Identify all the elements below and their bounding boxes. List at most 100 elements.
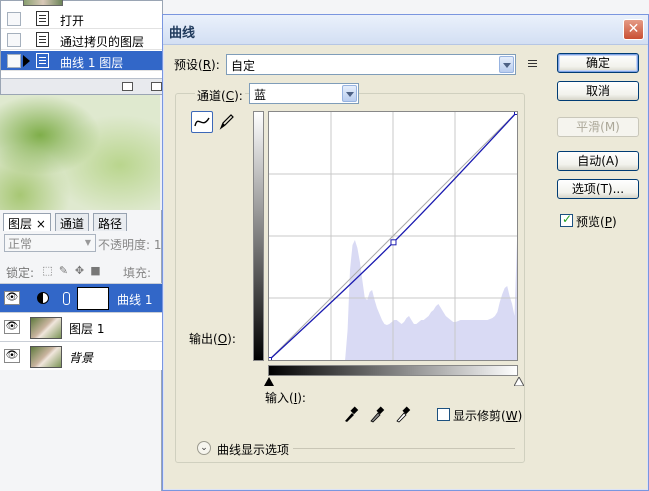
black-point-slider[interactable] [264, 377, 274, 386]
input-gradient-bar [268, 365, 518, 376]
link-icon[interactable] [63, 292, 70, 305]
white-eyedropper-icon[interactable] [395, 405, 411, 423]
channel-select[interactable]: 蓝 [249, 83, 359, 104]
preset-options-menu-icon[interactable] [528, 59, 540, 69]
preset-label-pre: 预设( [174, 58, 203, 72]
output-label-post: ): [227, 332, 236, 346]
curve-control-point[interactable] [390, 239, 397, 246]
history-item-curves-layer[interactable]: 曲线 1 图层 [1, 51, 163, 71]
channel-label-key: C [225, 89, 235, 103]
layer-name: 背景 [69, 351, 94, 365]
history-item-label: 打开 [60, 14, 85, 28]
layer-row-layer-1[interactable]: 👁 图层 1 [0, 312, 162, 341]
history-item-copy-layer[interactable]: 通过拷贝的图层 [1, 30, 163, 50]
pencil-icon [219, 114, 234, 130]
input-label-post: ): [297, 391, 306, 405]
lock-transparent-icon[interactable]: ⬚ [42, 265, 53, 276]
preview-label-key: P [604, 215, 612, 229]
preset-select[interactable]: 自定 [226, 54, 516, 75]
channel-label-post: ): [234, 89, 243, 103]
lock-all-icon[interactable]: ■ [90, 265, 101, 276]
ok-button[interactable]: 确定 [557, 53, 639, 73]
chevron-down-icon[interactable]: ⌄ [197, 441, 211, 455]
cancel-button[interactable]: 取消 [557, 81, 639, 101]
show-clipping-label-key: W [505, 409, 518, 423]
lock-position-icon[interactable]: ✥ [74, 265, 85, 276]
opacity-label: 不透明度: 1 [98, 236, 162, 253]
curves-dialog: 曲线 ✕ 预设(R): 自定 确定 取消 平滑(M) 自动(A) 选项(T)..… [162, 14, 649, 491]
preview-label-post: ) [611, 215, 617, 229]
lock-label: 锁定: [6, 266, 35, 280]
document-icon [36, 53, 49, 68]
history-state-arrow-icon [23, 55, 30, 67]
document-icon [36, 11, 49, 26]
options-button[interactable]: 选项(T)... [557, 179, 639, 199]
new-snapshot-icon[interactable] [122, 82, 133, 91]
layer-thumbnail [30, 317, 62, 339]
blend-mode-value: 正常 [8, 237, 33, 251]
show-clipping-label: 显示修剪(W) [453, 407, 522, 424]
preset-label-post: ): [211, 58, 220, 72]
curves-graph[interactable] [266, 109, 520, 363]
eye-icon[interactable]: 👁 [4, 291, 20, 305]
chevron-down-icon[interactable] [342, 85, 357, 102]
output-label-key: O [217, 332, 228, 346]
channel-label: 通道(C): [195, 87, 245, 104]
curves-graph-canvas[interactable] [266, 109, 520, 363]
history-item-label: 通过拷贝的图层 [60, 35, 145, 49]
dialog-title: 曲线 [169, 26, 196, 41]
smooth-button: 平滑(M) [557, 117, 639, 137]
eye-icon[interactable]: 👁 [4, 349, 20, 363]
history-snapshot-thumbnail[interactable] [23, 0, 63, 6]
history-item-open[interactable]: 打开 [1, 9, 163, 29]
opacity-label-text: 不透明度: [98, 238, 151, 252]
document-icon [36, 32, 49, 47]
output-label: 输出(O): [189, 330, 236, 347]
history-brush-checkbox[interactable] [7, 54, 21, 68]
black-eyedropper-icon[interactable] [343, 405, 359, 423]
layer-mask-thumbnail[interactable] [77, 287, 109, 310]
layer-row-curves-1[interactable]: 👁 曲线 1 [0, 283, 162, 312]
auto-button[interactable]: 自动(A) [557, 151, 639, 171]
close-button[interactable]: ✕ [623, 19, 644, 40]
show-clipping-label-pre: 显示修剪( [453, 409, 506, 423]
history-panel-footer [1, 78, 162, 94]
curve-point-tool[interactable] [191, 111, 213, 133]
chevron-down-icon: ▼ [84, 238, 92, 247]
tab-paths[interactable]: 路径 [93, 213, 128, 231]
preview-label-pre: 预览( [576, 215, 605, 229]
preset-label-key: R [202, 58, 212, 72]
history-panel: 打开 通过拷贝的图层 曲线 1 图层 [0, 0, 163, 95]
white-point-slider[interactable] [514, 377, 524, 386]
adjustment-layer-icon [37, 292, 49, 304]
eye-icon[interactable]: 👁 [4, 320, 20, 334]
tab-layers[interactable]: 图层 × [3, 213, 51, 231]
show-clipping-checkbox[interactable] [437, 408, 450, 421]
layers-panel: 图层 × 通道 路径 正常 ▼ 不透明度: 1 锁定: ⬚ ✎ ✥ ■ 填充: … [0, 210, 162, 491]
tab-channels[interactable]: 通道 [55, 213, 90, 231]
preset-label: 预设(R): [174, 56, 220, 73]
pencil-tool[interactable] [215, 111, 237, 133]
preview-label: 预览(P) [576, 213, 617, 230]
curves-graph-area [253, 109, 520, 376]
curve-control-point[interactable] [514, 109, 520, 115]
curve-display-options-label[interactable]: 曲线显示选项 [217, 441, 289, 458]
history-brush-checkbox[interactable] [7, 33, 21, 47]
blend-mode-select[interactable]: 正常 ▼ [4, 234, 96, 252]
lock-image-icon[interactable]: ✎ [58, 265, 69, 276]
layer-row-background[interactable]: 👁 背景 [0, 341, 162, 370]
new-document-icon[interactable] [151, 82, 162, 91]
history-brush-checkbox[interactable] [7, 12, 21, 26]
fill-label: 填充: [123, 266, 152, 280]
layer-name: 图层 1 [69, 322, 105, 336]
opacity-value[interactable]: 1 [154, 238, 162, 252]
workspace-background [160, 0, 649, 14]
input-label: 输入(I): [265, 389, 306, 406]
layer-thumbnail [30, 346, 62, 368]
gray-eyedropper-icon[interactable] [369, 405, 385, 423]
dialog-titlebar[interactable]: 曲线 ✕ [163, 15, 648, 45]
curve-control-point[interactable] [266, 357, 272, 363]
chevron-down-icon[interactable] [499, 56, 514, 73]
preview-checkbox[interactable] [560, 212, 573, 227]
layer-name: 曲线 1 [117, 293, 153, 307]
